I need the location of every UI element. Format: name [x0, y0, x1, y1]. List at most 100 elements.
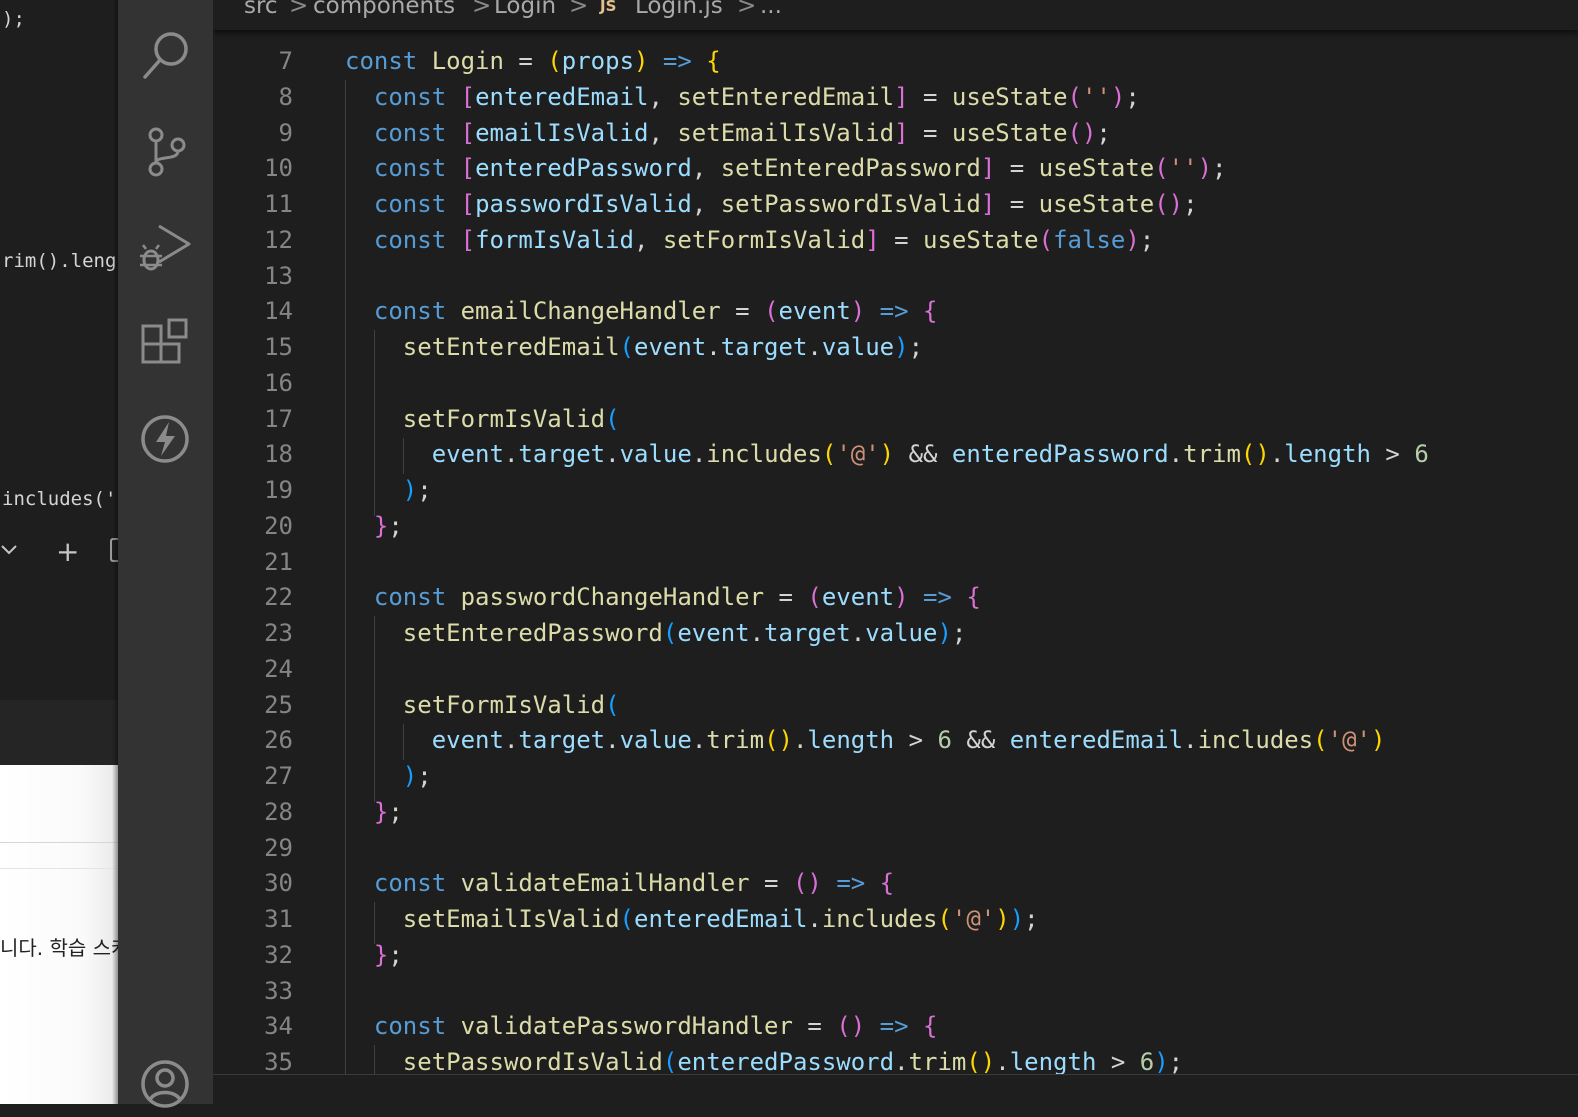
- code-line[interactable]: 28 };: [213, 794, 1578, 830]
- code-line[interactable]: 11 const [passwordIsValid, setPasswordIs…: [213, 186, 1578, 222]
- line-number: 10: [264, 154, 293, 183]
- code-line[interactable]: 20 };: [213, 508, 1578, 544]
- code-text: setEmailIsValid(enteredEmail.includes('@…: [345, 901, 1039, 937]
- line-number: 34: [264, 1012, 293, 1041]
- code-token: ]: [894, 82, 909, 111]
- code-line[interactable]: 23 setEnteredPassword(event.target.value…: [213, 615, 1578, 651]
- code-token: const: [373, 154, 447, 183]
- code-token: const: [373, 869, 447, 898]
- code-line[interactable]: 34 const validatePasswordHandler = () =>…: [213, 1008, 1578, 1044]
- code-line[interactable]: 19 );: [213, 472, 1578, 508]
- code-line[interactable]: 16: [213, 365, 1578, 401]
- code-line[interactable]: 15 setEnteredEmail(event.target.value);: [213, 329, 1578, 365]
- code-line[interactable]: 10 const [enteredPassword, setEnteredPas…: [213, 150, 1578, 186]
- code-token: emailChangeHandler: [460, 297, 721, 326]
- code-token: setEnteredPassword: [402, 619, 663, 647]
- code-token: setFormIsValid: [662, 225, 866, 254]
- code-token: event: [677, 619, 750, 647]
- code-token: .: [807, 333, 822, 361]
- code-token: length: [1284, 440, 1371, 469]
- code-token: const: [373, 118, 447, 147]
- code-text: const [emailIsValid, setEmailIsValid] = …: [345, 115, 1111, 151]
- code-area[interactable]: 7 const Login = (props) => {8 const [ente…: [213, 0, 1578, 1076]
- code-line[interactable]: 30 const validateEmailHandler = () => {: [213, 865, 1578, 901]
- account-icon[interactable]: [137, 1055, 195, 1113]
- code-line[interactable]: 26 event.target.value.trim().length > 6 …: [213, 722, 1578, 758]
- code-token: (: [662, 1048, 678, 1076]
- code-line[interactable]: 32 };: [213, 937, 1578, 973]
- breadcrumb-item-login-folder[interactable]: Login: [494, 0, 556, 19]
- code-token: ,: [648, 118, 678, 147]
- code-token: {: [966, 583, 981, 612]
- code-text: };: [345, 794, 403, 830]
- extensions-icon[interactable]: [137, 316, 195, 374]
- code-line[interactable]: 29: [213, 830, 1578, 866]
- code-line[interactable]: 31 setEmailIsValid(enteredEmail.includes…: [213, 901, 1578, 937]
- code-line[interactable]: 12 const [formIsValid, setFormIsValid] =…: [213, 222, 1578, 258]
- code-line[interactable]: 9 const [emailIsValid, setEmailIsValid] …: [213, 115, 1578, 151]
- code-token: setEnteredEmail: [402, 333, 620, 361]
- code-token: ;: [388, 940, 403, 969]
- code-token: .: [1168, 440, 1184, 469]
- code-line[interactable]: 22 const passwordChangeHandler = (event)…: [213, 579, 1578, 615]
- line-number: 11: [264, 190, 293, 218]
- line-number: 15: [264, 333, 293, 361]
- code-line[interactable]: 33: [213, 973, 1578, 1009]
- code-token: (: [1313, 726, 1328, 755]
- code-token: setFormIsValid: [402, 404, 606, 433]
- run-debug-icon[interactable]: [137, 218, 195, 276]
- code-text: const validatePasswordHandler = () => {: [345, 1008, 938, 1044]
- horizontal-scrollbar[interactable]: [213, 1074, 1578, 1104]
- code-token: useState: [1038, 190, 1155, 218]
- code-token: emailIsValid: [475, 118, 649, 147]
- code-token: }: [373, 511, 389, 540]
- code-token: (: [937, 905, 952, 933]
- code-token: (: [619, 333, 634, 361]
- code-token: ): [402, 762, 418, 790]
- chevron-down-icon[interactable]: [0, 540, 20, 560]
- code-token: ;: [1024, 905, 1039, 933]
- code-token: =: [720, 297, 765, 326]
- source-control-icon[interactable]: [137, 123, 195, 181]
- breadcrumb-item-symbol[interactable]: ...: [760, 0, 782, 19]
- code-line[interactable]: 17 setFormIsValid(: [213, 401, 1578, 437]
- thunder-icon[interactable]: [137, 411, 195, 469]
- line-number: 20: [264, 511, 293, 540]
- code-token: target: [518, 440, 606, 469]
- code-token: =>: [879, 297, 909, 326]
- code-editor[interactable]: src > components > Login > JS Login.js >…: [213, 0, 1578, 1104]
- code-line[interactable]: 7 const Login = (props) => {: [213, 43, 1578, 79]
- code-token: (: [1154, 154, 1169, 183]
- code-token: (): [836, 1012, 866, 1041]
- code-token: enteredEmail: [634, 905, 808, 933]
- code-token: ): [995, 905, 1010, 933]
- breadcrumb-item-src[interactable]: src: [244, 0, 278, 19]
- code-token: event: [634, 333, 707, 361]
- breadcrumb-item-components[interactable]: components: [313, 0, 455, 19]
- code-line[interactable]: 13: [213, 258, 1578, 294]
- code-line[interactable]: 14 const emailChangeHandler = (event) =>…: [213, 293, 1578, 329]
- code-line[interactable]: 27 );: [213, 758, 1578, 794]
- breadcrumb-item-login-file[interactable]: Login.js: [635, 0, 723, 19]
- code-line[interactable]: 18 event.target.value.includes('@') && e…: [213, 436, 1578, 472]
- code-line[interactable]: 25 setFormIsValid(: [213, 687, 1578, 723]
- line-number: 18: [264, 440, 293, 469]
- code-token: .: [894, 1048, 909, 1076]
- code-token: target: [518, 726, 606, 755]
- code-token: .: [995, 1048, 1010, 1076]
- code-token: setPasswordIsValid: [402, 1048, 663, 1076]
- line-number: 28: [264, 797, 293, 826]
- search-icon[interactable]: [137, 27, 195, 85]
- code-line[interactable]: 24: [213, 651, 1578, 687]
- code-line[interactable]: 8 const [enteredEmail, setEnteredEmail] …: [213, 79, 1578, 115]
- add-terminal-button[interactable]: +: [56, 535, 79, 568]
- activity-bar: [118, 0, 213, 1108]
- code-line[interactable]: 21: [213, 544, 1578, 580]
- code-token: setFormIsValid: [402, 690, 606, 719]
- code-token: ): [1125, 225, 1140, 254]
